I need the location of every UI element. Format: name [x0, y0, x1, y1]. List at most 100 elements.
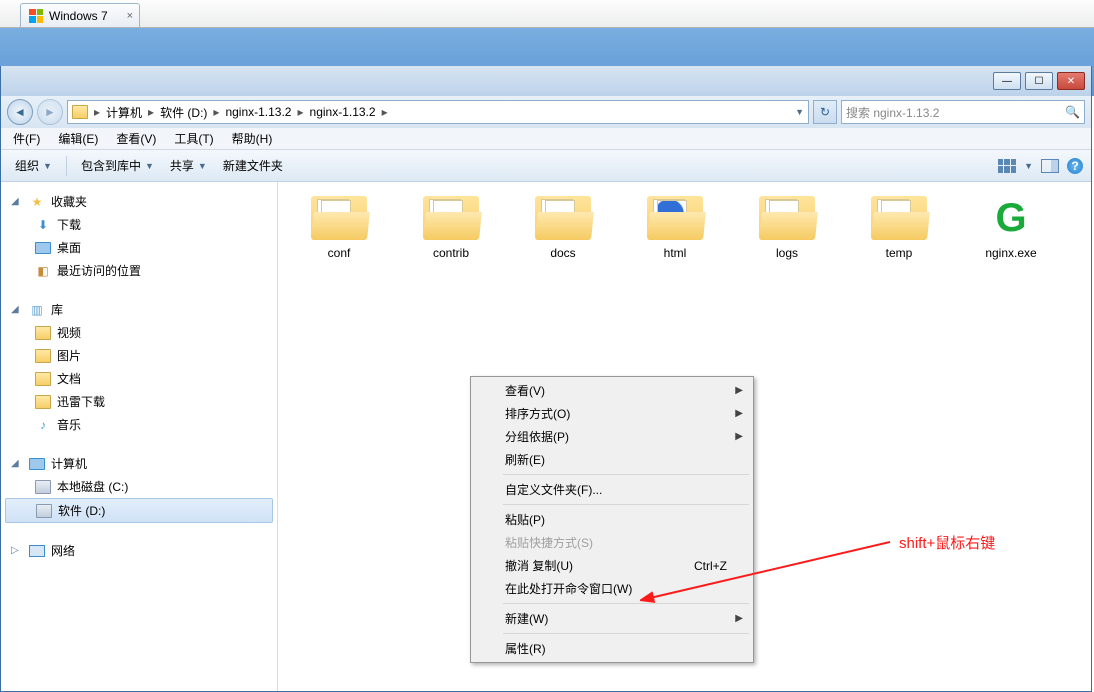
chevron-down-icon: ▼: [43, 161, 52, 171]
folder-item[interactable]: conf: [296, 196, 382, 260]
file-item-exe[interactable]: Gnginx.exe: [968, 196, 1054, 260]
chevron-down-icon[interactable]: ▼: [1024, 161, 1033, 171]
close-button[interactable]: ✕: [1057, 72, 1085, 90]
folder-icon: [759, 196, 815, 240]
search-input[interactable]: 搜索 nginx-1.13.2 🔍: [841, 100, 1085, 124]
share-button[interactable]: 共享 ▼: [164, 153, 213, 178]
separator: [503, 474, 749, 475]
ctx-sort[interactable]: 排序方式(O)▶: [473, 402, 751, 425]
maximize-button[interactable]: ☐: [1025, 72, 1053, 90]
desktop-icon: [35, 240, 51, 256]
sidebar: ◢★收藏夹 ⬇下载 桌面 ◧最近访问的位置 ◢▥库 视频 图片 文档 迅雷下载 …: [1, 182, 278, 691]
recent-icon: ◧: [35, 263, 51, 279]
chevron-right-icon: ▸: [146, 105, 156, 119]
menu-file[interactable]: 件(F): [5, 128, 48, 149]
breadcrumb-bar[interactable]: ▸ 计算机 ▸ 软件 (D:) ▸ nginx-1.13.2 ▸ nginx-1…: [67, 100, 809, 124]
sidebar-video[interactable]: 视频: [1, 321, 277, 344]
submenu-arrow-icon: ▶: [735, 613, 743, 624]
menu-tools[interactable]: 工具(T): [166, 128, 221, 149]
disk-icon: [36, 503, 52, 519]
star-icon: ★: [29, 194, 45, 210]
ctx-group[interactable]: 分组依据(P)▶: [473, 425, 751, 448]
sidebar-favorites[interactable]: ◢★收藏夹: [1, 190, 277, 213]
view-icon[interactable]: [998, 159, 1016, 173]
folder-item[interactable]: temp: [856, 196, 942, 260]
help-icon[interactable]: ?: [1067, 158, 1083, 174]
music-icon: ♪: [35, 417, 51, 433]
folder-icon: [535, 196, 591, 240]
submenu-arrow-icon: ▶: [735, 385, 743, 396]
sidebar-disk-d[interactable]: 软件 (D:): [5, 498, 273, 523]
separator: [503, 504, 749, 505]
menu-view[interactable]: 查看(V): [108, 128, 164, 149]
new-folder-button[interactable]: 新建文件夹: [217, 153, 289, 178]
chevron-right-icon: ▸: [211, 105, 221, 119]
chevron-down-icon[interactable]: ▼: [795, 107, 804, 117]
ctx-refresh[interactable]: 刷新(E): [473, 448, 751, 471]
folder-item[interactable]: html: [632, 196, 718, 260]
breadcrumb-segment[interactable]: nginx-1.13.2: [221, 105, 295, 119]
ctx-customize[interactable]: 自定义文件夹(F)...: [473, 478, 751, 501]
submenu-arrow-icon: ▶: [735, 431, 743, 442]
folder-icon: [871, 196, 927, 240]
sidebar-desktop[interactable]: 桌面: [1, 236, 277, 259]
computer-icon: [29, 456, 45, 472]
download-icon: ⬇: [35, 217, 51, 233]
separator: [66, 156, 67, 176]
nginx-icon: G: [987, 196, 1035, 240]
sidebar-network[interactable]: ▷网络: [1, 539, 277, 562]
preview-pane-icon[interactable]: [1041, 159, 1059, 173]
folder-icon: [35, 371, 51, 387]
breadcrumb-segment[interactable]: 软件 (D:): [156, 104, 211, 121]
refresh-button[interactable]: ↻: [813, 100, 837, 124]
folder-icon: [647, 196, 703, 240]
collapse-icon: ◢: [11, 196, 23, 207]
folder-icon: [35, 325, 51, 341]
vm-tab-label: Windows 7: [49, 9, 108, 23]
address-row: ◄ ► ▸ 计算机 ▸ 软件 (D:) ▸ nginx-1.13.2 ▸ ngi…: [1, 96, 1091, 128]
breadcrumb-segment[interactable]: nginx-1.13.2: [306, 105, 380, 119]
collapse-icon: ◢: [11, 304, 23, 315]
folder-item[interactable]: logs: [744, 196, 830, 260]
folder-icon: [72, 105, 88, 119]
minimize-button[interactable]: —: [993, 72, 1021, 90]
sidebar-music[interactable]: ♪音乐: [1, 413, 277, 436]
sidebar-recent[interactable]: ◧最近访问的位置: [1, 259, 277, 282]
sidebar-downloads[interactable]: ⬇下载: [1, 213, 277, 236]
menu-help[interactable]: 帮助(H): [224, 128, 281, 149]
ctx-paste[interactable]: 粘贴(P): [473, 508, 751, 531]
sidebar-documents[interactable]: 文档: [1, 367, 277, 390]
sidebar-disk-c[interactable]: 本地磁盘 (C:): [1, 475, 277, 498]
folder-icon: [311, 196, 367, 240]
chevron-down-icon: ▼: [198, 161, 207, 171]
folder-icon: [35, 348, 51, 364]
submenu-arrow-icon: ▶: [735, 408, 743, 419]
forward-button[interactable]: ►: [37, 99, 63, 125]
library-icon: ▥: [29, 302, 45, 318]
annotation-arrow: [640, 530, 900, 610]
sidebar-computer[interactable]: ◢计算机: [1, 452, 277, 475]
windows-icon: [29, 9, 43, 23]
ctx-new[interactable]: 新建(W)▶: [473, 607, 751, 630]
folder-item[interactable]: contrib: [408, 196, 494, 260]
ctx-view[interactable]: 查看(V)▶: [473, 379, 751, 402]
sidebar-pictures[interactable]: 图片: [1, 344, 277, 367]
collapse-icon: ◢: [11, 458, 23, 469]
sidebar-thunder[interactable]: 迅雷下载: [1, 390, 277, 413]
vm-tab-windows7[interactable]: Windows 7 ×: [20, 3, 140, 27]
search-placeholder: 搜索 nginx-1.13.2: [846, 104, 939, 121]
breadcrumb-segment[interactable]: 计算机: [102, 104, 146, 121]
back-button[interactable]: ◄: [7, 99, 33, 125]
close-icon[interactable]: ×: [127, 10, 133, 22]
sidebar-library[interactable]: ◢▥库: [1, 298, 277, 321]
annotation-text: shift+鼠标右键: [899, 532, 995, 553]
ctx-properties[interactable]: 属性(R): [473, 637, 751, 660]
include-in-library-button[interactable]: 包含到库中 ▼: [75, 153, 160, 178]
organize-button[interactable]: 组织 ▼: [9, 153, 58, 178]
expand-icon: ▷: [11, 545, 23, 556]
disk-icon: [35, 479, 51, 495]
folder-item[interactable]: docs: [520, 196, 606, 260]
menu-edit[interactable]: 编辑(E): [50, 128, 106, 149]
menubar: 件(F) 编辑(E) 查看(V) 工具(T) 帮助(H): [1, 128, 1091, 150]
window-titlebar: — ☐ ✕: [1, 66, 1091, 96]
